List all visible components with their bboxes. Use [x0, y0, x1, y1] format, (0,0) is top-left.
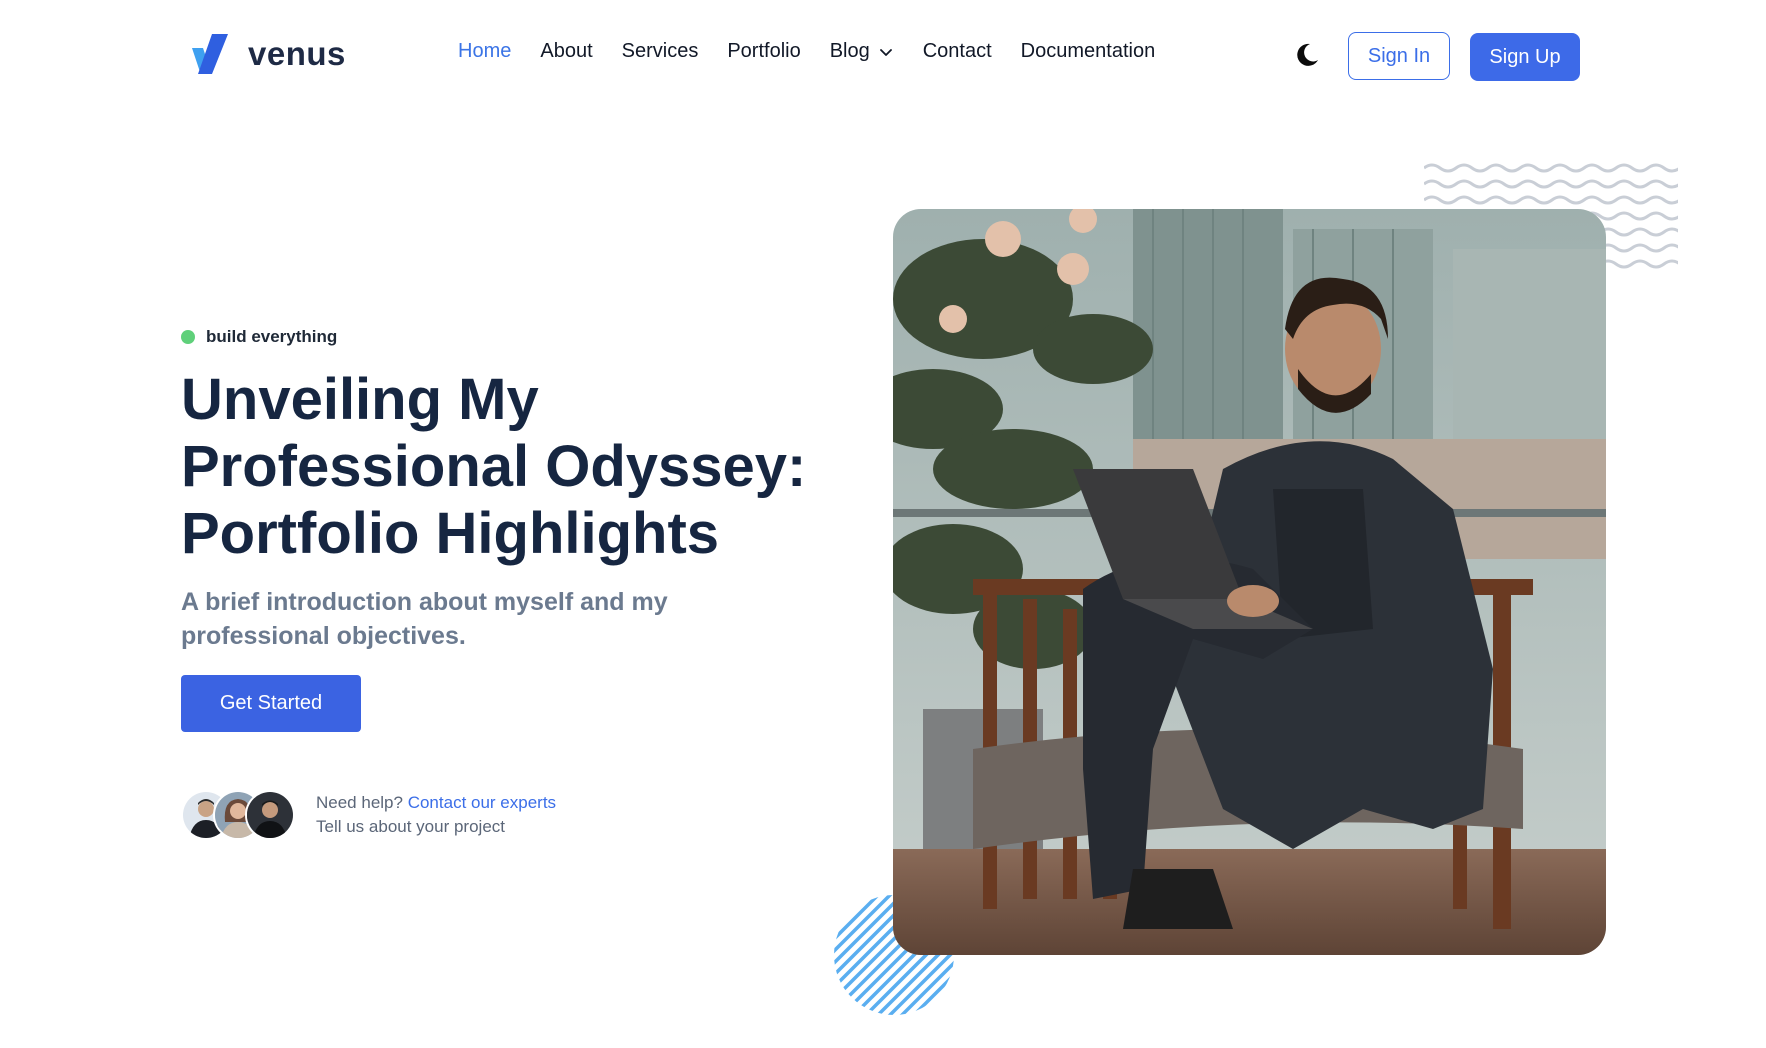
- venus-logo-icon: [192, 34, 228, 74]
- get-started-button[interactable]: Get Started: [181, 675, 361, 732]
- nav-item-blog-label: Blog: [829, 40, 870, 62]
- sign-in-button[interactable]: Sign In: [1348, 32, 1450, 80]
- sign-up-button[interactable]: Sign Up: [1470, 33, 1580, 81]
- help-text: Need help? Contact our experts Tell us a…: [316, 791, 556, 839]
- hero-tagline: build everything: [181, 327, 337, 347]
- avatar: [245, 790, 295, 840]
- help-prefix: Need help?: [316, 793, 403, 812]
- hero-subtitle: A brief introduction about myself and my…: [181, 588, 668, 650]
- contact-experts-link[interactable]: Contact our experts: [408, 793, 556, 812]
- man-with-laptop-illustration: [893, 209, 1606, 955]
- nav-item-services[interactable]: Services: [622, 40, 699, 63]
- hero-title-line-3: Portfolio Highlights: [181, 501, 720, 566]
- brand-name: venus: [248, 35, 346, 72]
- nav-item-portfolio[interactable]: Portfolio: [727, 40, 800, 63]
- main-nav: Home About Services Portfolio Blog Conta…: [458, 40, 1184, 63]
- nav-item-about[interactable]: About: [540, 40, 592, 63]
- moon-icon[interactable]: [1294, 42, 1320, 68]
- tagline-text: build everything: [206, 327, 338, 346]
- site-header: venus Home About Services Portfolio Blog…: [0, 0, 1766, 112]
- hero-title-line-1: Unveiling My: [181, 367, 539, 432]
- help-line-2: Tell us about your project: [316, 817, 505, 836]
- hero-title: Unveiling My Professional Odyssey: Portf…: [181, 366, 841, 567]
- status-dot: [181, 330, 195, 344]
- hero-photo: [893, 209, 1606, 955]
- nav-item-blog[interactable]: Blog: [830, 40, 894, 63]
- nav-item-contact[interactable]: Contact: [923, 40, 992, 63]
- nav-item-home[interactable]: Home: [458, 40, 511, 63]
- help-line-1: Need help? Contact our experts: [316, 791, 556, 815]
- nav-item-documentation[interactable]: Documentation: [1021, 40, 1156, 63]
- hero-title-line-2: Professional Odyssey:: [181, 434, 807, 499]
- brand-logo[interactable]: venus: [190, 32, 346, 76]
- expert-avatars: [181, 790, 299, 840]
- chevron-down-icon: [879, 48, 892, 56]
